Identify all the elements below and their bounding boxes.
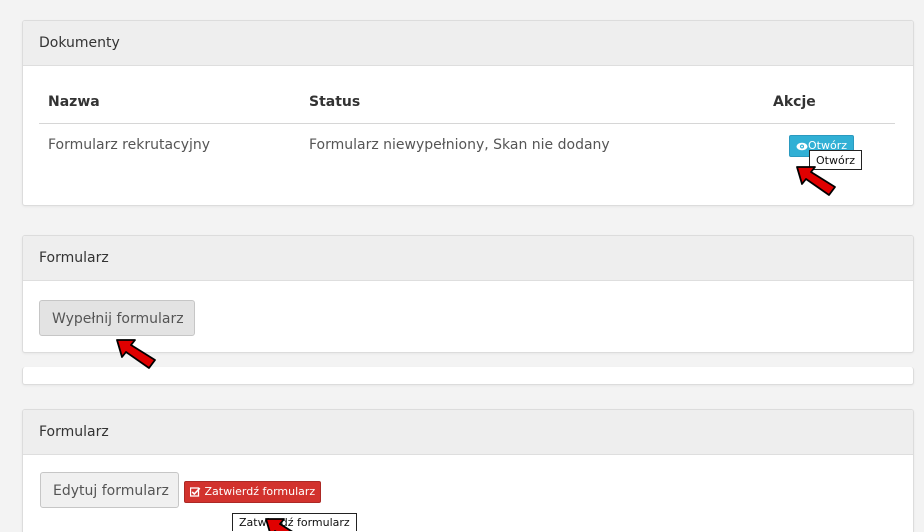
checkbox-edit-icon (190, 487, 201, 497)
fill-form-button[interactable]: Wypełnij formularz (39, 300, 195, 336)
form-panel-fill-title: Formularz (23, 236, 913, 281)
document-status: Formularz niewypełniony, Skan nie dodany (309, 137, 610, 153)
column-header-status: Status (309, 94, 361, 110)
confirm-form-button[interactable]: Zatwierdź formularz (184, 481, 322, 503)
edit-form-button[interactable]: Edytuj formularz (40, 472, 179, 508)
form-panel-confirm: Formularz Edytuj formularz Zatwierdź for… (22, 409, 914, 532)
documents-panel: Dokumenty Nazwa Status Akcje Formularz r… (22, 20, 914, 206)
red-arrow-icon (265, 518, 293, 531)
eye-icon (796, 142, 808, 150)
form-panel-confirm-title: Formularz (23, 410, 913, 455)
confirm-form-button-label: Zatwierdź formularz (204, 485, 316, 498)
documents-panel-title: Dokumenty (23, 21, 913, 66)
red-arrow-icon (116, 339, 156, 369)
table-divider (39, 123, 895, 124)
document-name: Formularz rekrutacyjny (48, 137, 211, 153)
column-header-actions: Akcje (773, 94, 816, 110)
red-arrow-icon (796, 166, 836, 196)
column-header-name: Nazwa (48, 94, 100, 110)
